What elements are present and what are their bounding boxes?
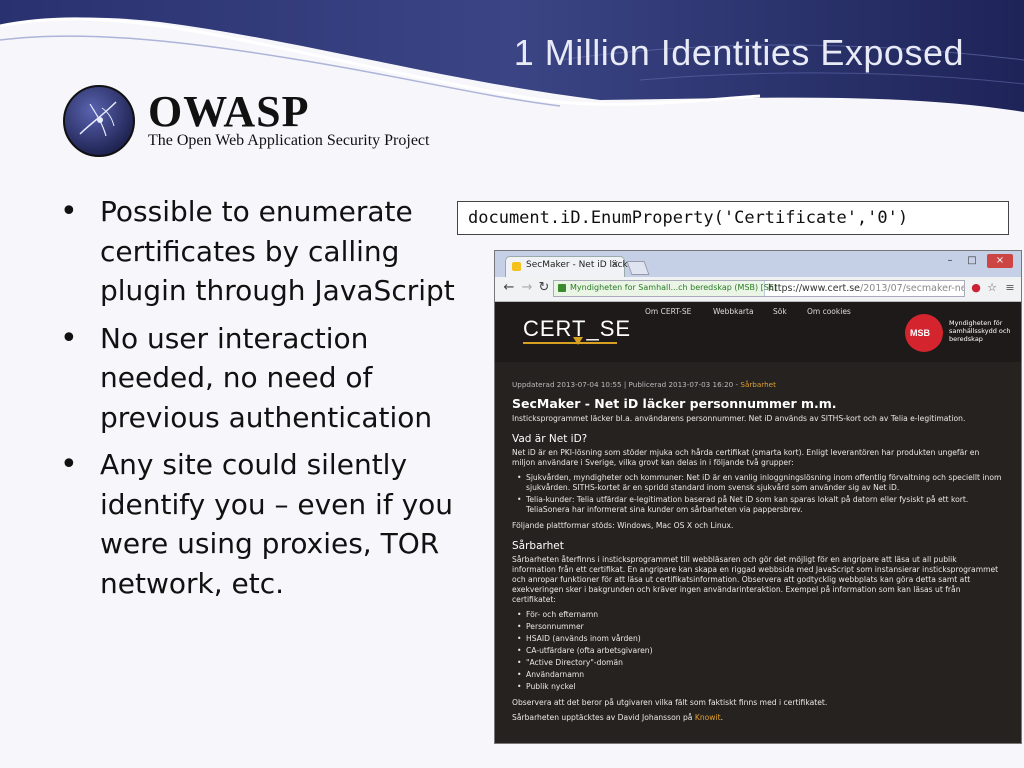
browser-toolbar: ← → ↻ Myndigheten for Samhall...ch bered… <box>495 277 1021 302</box>
browser-tab-bar: SecMaker - Net iD läcker × – □ × <box>495 251 1021 277</box>
favicon-icon <box>512 262 521 271</box>
bullet-item: • Any site could silently identify you – … <box>56 445 466 603</box>
url-text: https://www.cert.se/2013/07/secmaker-net… <box>768 283 964 294</box>
cert-logo-marker <box>573 337 583 345</box>
new-tab-button[interactable] <box>626 261 650 275</box>
list-item: För- och efternamn <box>517 610 1002 620</box>
list-item: Publik nyckel <box>517 682 1002 692</box>
maximize-icon[interactable]: □ <box>963 254 981 268</box>
tab-close-icon[interactable]: × <box>611 259 619 270</box>
nav-link-om-cert-se[interactable]: Om CERT-SE <box>645 307 691 316</box>
site-header: CERT_SE Om CERT-SE Webbkarta Sök Om cook… <box>495 302 1021 362</box>
credit-text: Sårbarheten upptäcktes av David Johansso… <box>512 713 1002 723</box>
section-heading: Vad är Net iD? <box>512 433 588 445</box>
forward-arrow-icon[interactable]: → <box>519 280 535 296</box>
browser-tab[interactable]: SecMaker - Net iD läcker × <box>505 256 637 277</box>
back-arrow-icon[interactable]: ← <box>501 280 517 296</box>
knowit-link[interactable]: Knowit <box>695 713 721 722</box>
reload-icon[interactable]: ↻ <box>536 280 552 296</box>
url-path: /2013/07/secmaker-net-ic <box>860 283 964 294</box>
owasp-logo: OWASP The Open Web Application Security … <box>62 84 462 164</box>
bullet-item: • Possible to enumerate certificates by c… <box>56 192 466 311</box>
category-link[interactable]: Sårbarhet <box>740 380 776 389</box>
article-intro: Insticksprogrammet läcker bl.a. användar… <box>512 414 966 423</box>
credit-suffix: . <box>720 713 724 722</box>
bullet-text: Possible to enumerate certificates by ca… <box>100 195 455 307</box>
section-heading: Sårbarhet <box>512 540 564 552</box>
group-list: Sjukvården, myndigheter och kommuner: Ne… <box>512 473 1002 515</box>
menu-icon[interactable]: ≡ <box>1003 281 1017 295</box>
list-item: CA-utfärdare (ofta arbetsgivaren) <box>517 646 1002 656</box>
lock-icon <box>558 284 566 292</box>
slide: 1 Million Identities Exposed OWASP The O… <box>0 0 1024 768</box>
note-text: Observera att det beror på utgivaren vil… <box>512 698 828 707</box>
list-item: Personnummer <box>517 622 1002 632</box>
star-icon[interactable]: ☆ <box>985 281 999 295</box>
nav-link-sok[interactable]: Sök <box>773 307 787 316</box>
bullet-dot: • <box>60 320 78 356</box>
url-host: https://www.cert.se <box>768 283 861 294</box>
section-text: Net iD är en PKI-lösning som stöder mjuk… <box>512 448 980 467</box>
tab-label: SecMaker - Net iD läcker <box>526 260 637 270</box>
article: Uppdaterad 2013-07-04 10:55 | Publicerad… <box>512 380 1002 728</box>
minimize-icon[interactable]: – <box>941 254 959 268</box>
article-meta: Uppdaterad 2013-07-04 10:55 | Publicerad… <box>512 380 1002 390</box>
code-snippet-box: document.iD.EnumProperty('Certificate','… <box>457 201 1009 235</box>
list-item: Telia-kunder: Telia utfärdar e-legitimat… <box>517 495 1002 515</box>
address-bar[interactable]: Myndigheten for Samhall...ch beredskap (… <box>553 280 965 297</box>
cert-logo-underline <box>523 342 617 344</box>
list-item: "Active Directory"-domän <box>517 658 1002 668</box>
owasp-wordmark: OWASP <box>148 87 310 136</box>
bullet-list: • Possible to enumerate certificates by c… <box>56 192 466 611</box>
ev-certificate-indicator[interactable]: Myndigheten for Samhall...ch beredskap (… <box>554 281 777 296</box>
nav-link-om-cookies[interactable]: Om cookies <box>807 307 851 316</box>
bullet-text: No user interaction needed, no need of p… <box>100 321 433 434</box>
bullet-text: Any site could silently identify you – e… <box>100 448 454 600</box>
ev-label: Myndigheten for Samhall...ch beredskap (… <box>570 283 778 292</box>
slide-title: 1 Million Identities Exposed <box>513 32 964 73</box>
msb-label: Myndigheten för samhällsskydd och bereds… <box>949 319 1011 343</box>
platforms-text: Följande plattformar stöds: Windows, Mac… <box>512 521 734 530</box>
credit-prefix: Sårbarheten upptäcktes av David Johansso… <box>512 713 695 722</box>
list-item: Användarnamn <box>517 670 1002 680</box>
info-list: För- och efternamn Personnummer HSAID (a… <box>512 610 1002 692</box>
list-item: HSAID (används inom vården) <box>517 634 1002 644</box>
bullet-item: • No user interaction needed, no need of … <box>56 319 466 438</box>
bullet-dot: • <box>60 447 78 482</box>
addon-icon[interactable]: ● <box>969 281 983 295</box>
article-dates: Uppdaterad 2013-07-04 10:55 | Publicerad… <box>512 380 741 389</box>
section-text: Sårbarheten återfinns i insticksprogramm… <box>512 555 999 604</box>
list-item: Sjukvården, myndigheter och kommuner: Ne… <box>517 473 1002 493</box>
code-snippet: document.iD.EnumProperty('Certificate','… <box>468 208 909 228</box>
close-window-icon[interactable]: × <box>987 254 1013 268</box>
nav-link-webbkarta[interactable]: Webbkarta <box>713 307 754 316</box>
owasp-wasp-icon <box>63 85 135 157</box>
browser-screenshot: SecMaker - Net iD läcker × – □ × ← → ↻ M… <box>494 250 1022 744</box>
bullet-dot: • <box>60 194 78 229</box>
msb-badge-text: MSB <box>910 328 930 338</box>
article-heading: SecMaker - Net iD läcker personnummer m.… <box>512 396 837 411</box>
owasp-tagline: The Open Web Application Security Projec… <box>148 132 430 149</box>
web-page-content: CERT_SE Om CERT-SE Webbkarta Sök Om cook… <box>495 302 1021 743</box>
